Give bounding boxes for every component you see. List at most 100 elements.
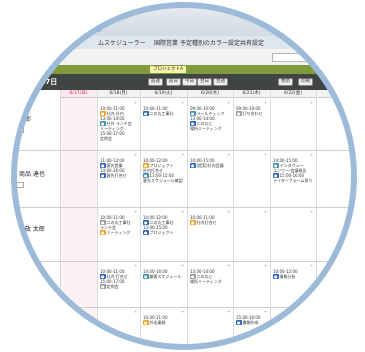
refresh-button[interactable]: 更新 xyxy=(278,78,293,86)
column-divider xyxy=(97,90,98,352)
column-divider xyxy=(187,90,188,352)
calendar-icon[interactable] xyxy=(6,127,14,133)
nav-item-international-sales[interactable]: 国際営業 xyxy=(154,38,178,47)
event-entry[interactable]: 10:00-12:00 ● プロジェクト 社内打合せ ● 13:00-15:00 客先スケジ… xyxy=(143,158,183,183)
add-event-icon[interactable]: + xyxy=(227,100,230,105)
event-entry[interactable]: 15:00-16:00 ● 書類作成 xyxy=(236,315,261,325)
today-button[interactable]: 今日 xyxy=(182,78,197,86)
person-name[interactable]: 国政 太郎 xyxy=(19,224,45,233)
add-event-icon[interactable]: + xyxy=(134,152,137,157)
add-event-icon[interactable]: + xyxy=(181,209,184,214)
quick-create-button[interactable]: 予定を登録する xyxy=(6,53,50,62)
event-title: ミーティング xyxy=(106,230,131,235)
add-event-icon[interactable]: + xyxy=(181,309,184,314)
app-window: salesforce ホーム Chatter rokum ムスケジューラー 国際… xyxy=(0,0,365,352)
add-event-icon[interactable]: + xyxy=(359,100,362,105)
add-event-icon[interactable]: + xyxy=(181,263,184,268)
event-entry[interactable]: 14:00-16:00 ● 顧客スケジュール xyxy=(143,269,181,279)
add-event-icon[interactable]: + xyxy=(310,263,313,268)
nav-item-scheduler[interactable]: ムスケジューラー xyxy=(98,38,146,47)
salesforce-logo[interactable]: salesforce xyxy=(8,3,54,29)
event-entry[interactable]: 10:00-11:00 ● 社内 打合せ 15:00-17:00 ● 定例会 xyxy=(100,269,128,289)
view-tabs: 当社 本部 プロジェクトA xyxy=(0,65,365,74)
add-event-icon[interactable]: + xyxy=(310,152,313,157)
event-entry[interactable]: 13:00-14:00 ● 二の丸と 場所ミーティング xyxy=(190,269,222,284)
add-event-icon[interactable]: + xyxy=(227,209,230,214)
event-entry[interactable]: 10:00-11:00 ● 外出業務 xyxy=(143,315,168,325)
add-event-icon[interactable]: + xyxy=(264,209,267,214)
add-event-icon[interactable]: + xyxy=(134,309,137,314)
prev-day-button[interactable]: 前日 xyxy=(166,78,181,86)
add-event-icon[interactable]: + xyxy=(310,309,313,314)
add-event-icon[interactable]: + xyxy=(227,152,230,157)
event-entry[interactable]: 10:00-11:00 ● 社内打合せ xyxy=(190,215,217,225)
calendar-icon[interactable] xyxy=(6,237,14,243)
list-icon[interactable] xyxy=(16,287,24,293)
calendar-icon[interactable] xyxy=(6,287,14,293)
list-icon[interactable] xyxy=(16,333,24,339)
add-event-icon[interactable]: + xyxy=(359,309,362,314)
column-header: 6/22(金) xyxy=(270,90,316,98)
add-event-icon[interactable]: + xyxy=(359,152,362,157)
add-event-icon[interactable]: + xyxy=(310,209,313,214)
list-icon[interactable] xyxy=(16,127,24,133)
list-icon[interactable] xyxy=(16,182,24,188)
event-entry[interactable]: 10:00-15:00 ● (提案)社内会議 xyxy=(190,158,224,168)
event-entry[interactable]: 09:00-10:00 ● メールチェック 13:00-14:00 ● 二の丸と 場所ミーテ… xyxy=(190,106,225,131)
add-event-icon[interactable]: + xyxy=(134,263,137,268)
avatar xyxy=(6,222,17,233)
event-entry[interactable]: 09:00-10:00 ● 打ち合わせ xyxy=(236,106,263,116)
nav-item-rokum[interactable]: rokum xyxy=(50,38,69,45)
add-event-icon[interactable]: + xyxy=(264,152,267,157)
event-entry[interactable]: 10:00-11:00 ● 社内 社内 13:00-14:00 ● 社外 ランチ会 ミーティ… xyxy=(100,106,132,141)
add-event-icon[interactable]: + xyxy=(181,100,184,105)
person-name[interactable]: 商品 達也 xyxy=(19,169,45,178)
column-divider xyxy=(60,90,61,352)
nav-item-color-settings[interactable]: 予定種別のカラー設定 xyxy=(180,38,240,47)
add-event-icon[interactable]: + xyxy=(359,263,362,268)
prev-week-button[interactable]: 前週 xyxy=(148,78,163,86)
calendar-icon[interactable] xyxy=(6,333,14,339)
event-entry[interactable]: 14:00-15:00 ● インタヴュー ユンワー-会議報告 ● 15:00-16:00 ラ… xyxy=(273,158,312,183)
add-event-icon[interactable]: + xyxy=(264,100,267,105)
event-entry[interactable]: 10:00-12:00 ● 情報分析 xyxy=(273,269,298,279)
list-icon[interactable] xyxy=(16,237,24,243)
column-header: 6/21(木) xyxy=(233,90,270,98)
event-title: 外出業務 xyxy=(149,320,166,325)
event-entry[interactable]: 11:00-13:00 ● 客先営業 14:00-16:00 ● 客先打合せ xyxy=(100,158,127,178)
tab-headquarters[interactable]: 当社 本部 xyxy=(2,66,27,73)
event-title: プロジェクト xyxy=(149,230,174,235)
tab-project-a[interactable]: プロジェクトA xyxy=(150,66,187,73)
event-entry[interactable]: 10:00-11:00 ● 二の丸工事社 ランチ会 ● ミーティング xyxy=(100,215,131,235)
print-button[interactable]: 印刷 xyxy=(298,78,313,86)
person-name[interactable]: 加賀 花子 xyxy=(19,320,45,329)
user-display-label[interactable]: ユーザー表示 xyxy=(318,54,348,61)
avatar xyxy=(6,112,17,123)
nav-item-home[interactable]: ホーム xyxy=(4,38,22,47)
event-time: ライターフォーム探り xyxy=(273,178,313,183)
add-event-icon[interactable]: + xyxy=(310,100,313,105)
nav-item-sharing[interactable]: 共有設定 xyxy=(240,38,264,47)
add-event-icon[interactable]: + xyxy=(134,100,137,105)
event-entry[interactable]: 10:00-12:00 ● 二の丸工事社 13:00-15:00 ● プロジェクト xyxy=(143,215,174,235)
add-event-icon[interactable]: + xyxy=(181,152,184,157)
person-name[interactable]: 太郎 xyxy=(19,114,31,123)
event-time: 場所ミーティング xyxy=(190,126,222,131)
event-entry[interactable]: 10:00-11:00 ● 二の丸工事社 xyxy=(143,106,174,116)
add-event-icon[interactable]: + xyxy=(264,263,267,268)
person-name[interactable]: 花田 里史 xyxy=(19,274,45,283)
add-event-icon[interactable]: + xyxy=(359,209,362,214)
add-event-icon[interactable]: + xyxy=(134,209,137,214)
next-day-button[interactable]: 翌日 xyxy=(197,78,212,86)
add-event-icon[interactable]: + xyxy=(227,309,230,314)
nav-item-chatter[interactable]: Chatter xyxy=(22,38,45,45)
next-week-button[interactable]: 翌週 xyxy=(213,78,228,86)
add-event-icon[interactable]: + xyxy=(264,309,267,314)
user-search-input[interactable] xyxy=(272,53,312,62)
event-title: (提案)社内会議 xyxy=(196,163,224,168)
event-title: 打ち合わせ xyxy=(242,111,263,116)
event-type-tag: ● xyxy=(143,111,149,116)
event-title: 顧客スケジュール xyxy=(149,274,182,279)
calendar-icon[interactable] xyxy=(6,182,14,188)
add-event-icon[interactable]: + xyxy=(227,263,230,268)
